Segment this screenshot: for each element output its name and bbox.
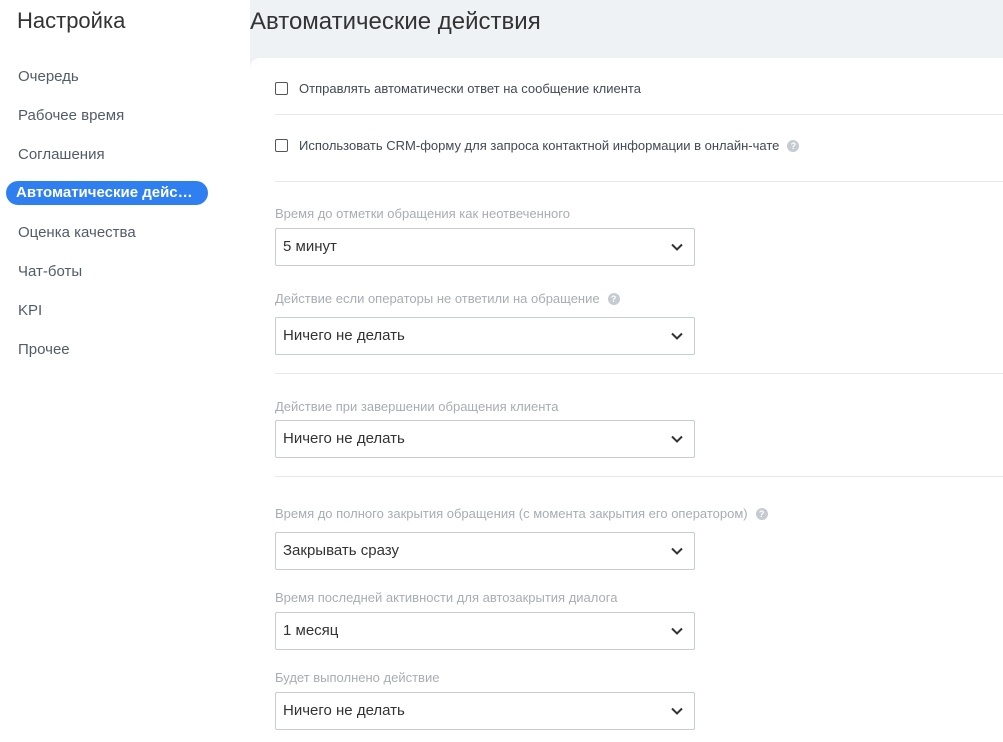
chevron-down-icon	[671, 547, 683, 555]
help-icon[interactable]: ?	[607, 292, 620, 305]
settings-panel: Отправлять автоматически ответ на сообще…	[250, 58, 1003, 742]
select-value: 5 минут	[283, 238, 337, 255]
full-close-time-label: Время до полного закрытия обращения (с м…	[275, 506, 768, 521]
chevron-down-icon	[671, 707, 683, 715]
auto-reply-checkbox[interactable]	[275, 82, 288, 95]
page-title: Автоматические действия	[250, 8, 541, 35]
finish-action-label: Действие при завершении обращения клиент…	[275, 399, 559, 414]
crm-form-checkbox[interactable]	[275, 139, 288, 152]
sidebar: Настройка Очередь Рабочее время Соглашен…	[0, 0, 250, 742]
select-value: Ничего не делать	[283, 327, 405, 344]
help-icon[interactable]: ?	[755, 507, 768, 520]
select-value: 1 месяц	[283, 622, 339, 639]
sidebar-title: Настройка	[17, 8, 126, 33]
sidebar-item-chatbots[interactable]: Чат-боты	[18, 260, 82, 284]
help-icon[interactable]: ?	[787, 139, 800, 152]
finish-action-select[interactable]: Ничего не делать	[275, 420, 695, 458]
chevron-down-icon	[671, 435, 683, 443]
sidebar-item-auto-actions[interactable]: Автоматические действия	[6, 181, 208, 205]
select-value: Ничего не делать	[283, 702, 405, 719]
unanswered-time-label: Время до отметки обращения как неотвечен…	[275, 206, 570, 221]
planned-action-select[interactable]: Ничего не делать	[275, 692, 695, 730]
crm-form-label: Использовать CRM-форму для запроса конта…	[299, 138, 780, 153]
sidebar-item-working-hours[interactable]: Рабочее время	[18, 104, 124, 128]
sidebar-item-agreements[interactable]: Соглашения	[18, 143, 105, 167]
unanswered-time-select[interactable]: 5 минут	[275, 228, 695, 266]
select-value: Ничего не делать	[283, 430, 405, 447]
sidebar-item-queue[interactable]: Очередь	[18, 65, 79, 89]
divider	[275, 114, 1003, 115]
divider	[275, 476, 1003, 477]
full-close-time-select[interactable]: Закрывать сразу	[275, 532, 695, 570]
auto-reply-option[interactable]: Отправлять автоматически ответ на сообще…	[275, 81, 641, 96]
divider	[275, 373, 1003, 374]
no-answer-action-select[interactable]: Ничего не делать	[275, 317, 695, 355]
no-answer-action-label: Действие если операторы не ответили на о…	[275, 291, 620, 306]
last-activity-label: Время последней активности для автозакры…	[275, 590, 618, 605]
sidebar-item-kpi[interactable]: KPI	[18, 299, 42, 323]
chevron-down-icon	[671, 627, 683, 635]
divider	[275, 181, 1003, 182]
sidebar-item-quality-rating[interactable]: Оценка качества	[18, 221, 136, 245]
crm-form-option[interactable]: Использовать CRM-форму для запроса конта…	[275, 138, 800, 153]
chevron-down-icon	[671, 243, 683, 251]
chevron-down-icon	[671, 332, 683, 340]
last-activity-select[interactable]: 1 месяц	[275, 612, 695, 650]
sidebar-item-other[interactable]: Прочее	[18, 338, 70, 362]
planned-action-label: Будет выполнено действие	[275, 670, 440, 685]
select-value: Закрывать сразу	[283, 542, 399, 559]
auto-reply-label: Отправлять автоматически ответ на сообще…	[299, 81, 641, 96]
